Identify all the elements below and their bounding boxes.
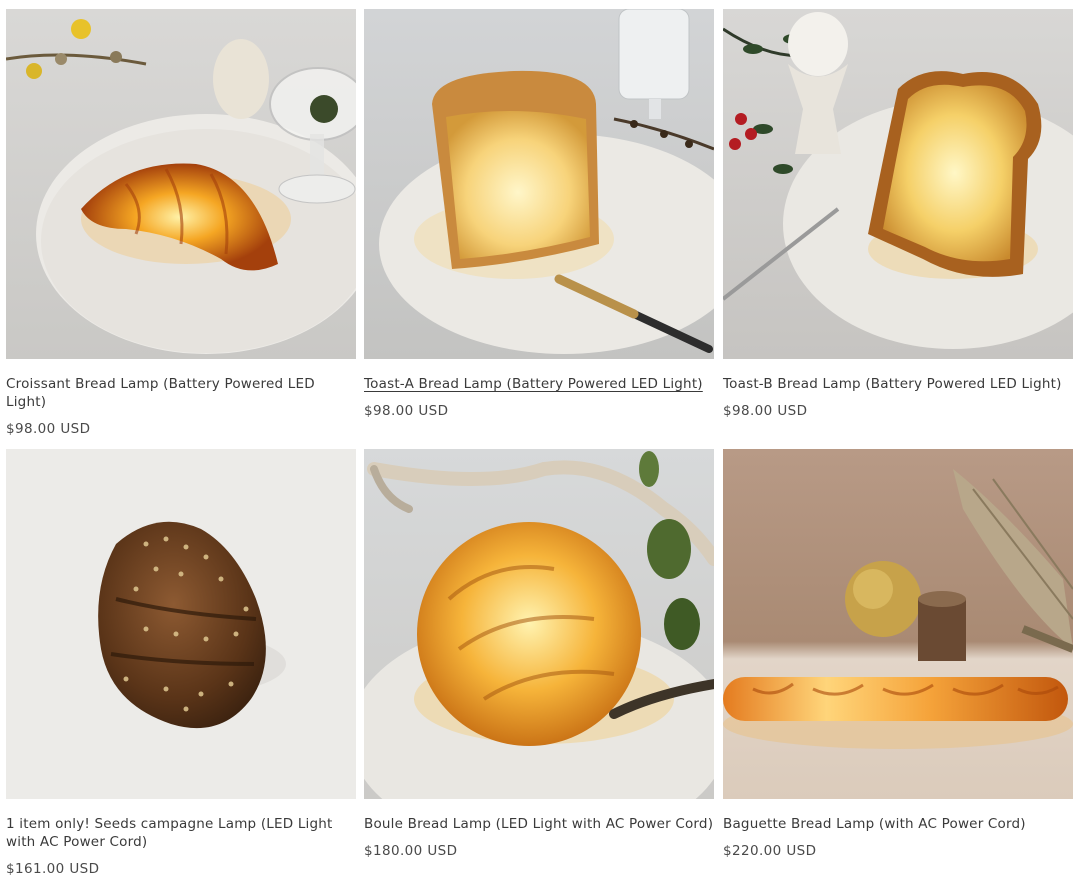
product-price: $161.00 USD bbox=[6, 861, 100, 877]
product-image[interactable] bbox=[6, 9, 356, 359]
croissant-lamp-image bbox=[6, 9, 356, 359]
product-image[interactable] bbox=[6, 449, 356, 799]
product-price: $180.00 USD bbox=[364, 843, 458, 859]
product-title[interactable]: Croissant Bread Lamp (Battery Powered LE… bbox=[6, 375, 356, 411]
product-title[interactable]: Toast-A Bread Lamp (Battery Powered LED … bbox=[364, 375, 714, 393]
product-image[interactable] bbox=[723, 449, 1073, 799]
product-price: $220.00 USD bbox=[723, 843, 817, 859]
product-price: $98.00 USD bbox=[6, 421, 91, 437]
product-title[interactable]: Toast-B Bread Lamp (Battery Powered LED … bbox=[723, 375, 1073, 393]
seeds-campagne-lamp-image bbox=[6, 449, 356, 799]
product-image[interactable] bbox=[364, 9, 714, 359]
product-card[interactable]: 1 item only! Seeds campagne Lamp (LED Li… bbox=[6, 449, 356, 878]
product-price: $98.00 USD bbox=[364, 403, 449, 419]
product-title[interactable]: Baguette Bread Lamp (with AC Power Cord) bbox=[723, 815, 1073, 833]
product-card[interactable]: Toast-B Bread Lamp (Battery Powered LED … bbox=[723, 9, 1073, 420]
baguette-lamp-image bbox=[723, 449, 1073, 799]
toast-a-lamp-image bbox=[364, 9, 714, 359]
product-title[interactable]: Boule Bread Lamp (LED Light with AC Powe… bbox=[364, 815, 714, 833]
boule-lamp-image bbox=[364, 449, 714, 799]
product-image[interactable] bbox=[364, 449, 714, 799]
product-card[interactable]: Toast-A Bread Lamp (Battery Powered LED … bbox=[364, 9, 714, 420]
product-card[interactable]: Croissant Bread Lamp (Battery Powered LE… bbox=[6, 9, 356, 438]
product-card[interactable]: Baguette Bread Lamp (with AC Power Cord)… bbox=[723, 449, 1073, 860]
product-card[interactable]: Boule Bread Lamp (LED Light with AC Powe… bbox=[364, 449, 714, 860]
product-image[interactable] bbox=[723, 9, 1073, 359]
toast-b-lamp-image bbox=[723, 9, 1073, 359]
product-price: $98.00 USD bbox=[723, 403, 808, 419]
product-title[interactable]: 1 item only! Seeds campagne Lamp (LED Li… bbox=[6, 815, 356, 851]
